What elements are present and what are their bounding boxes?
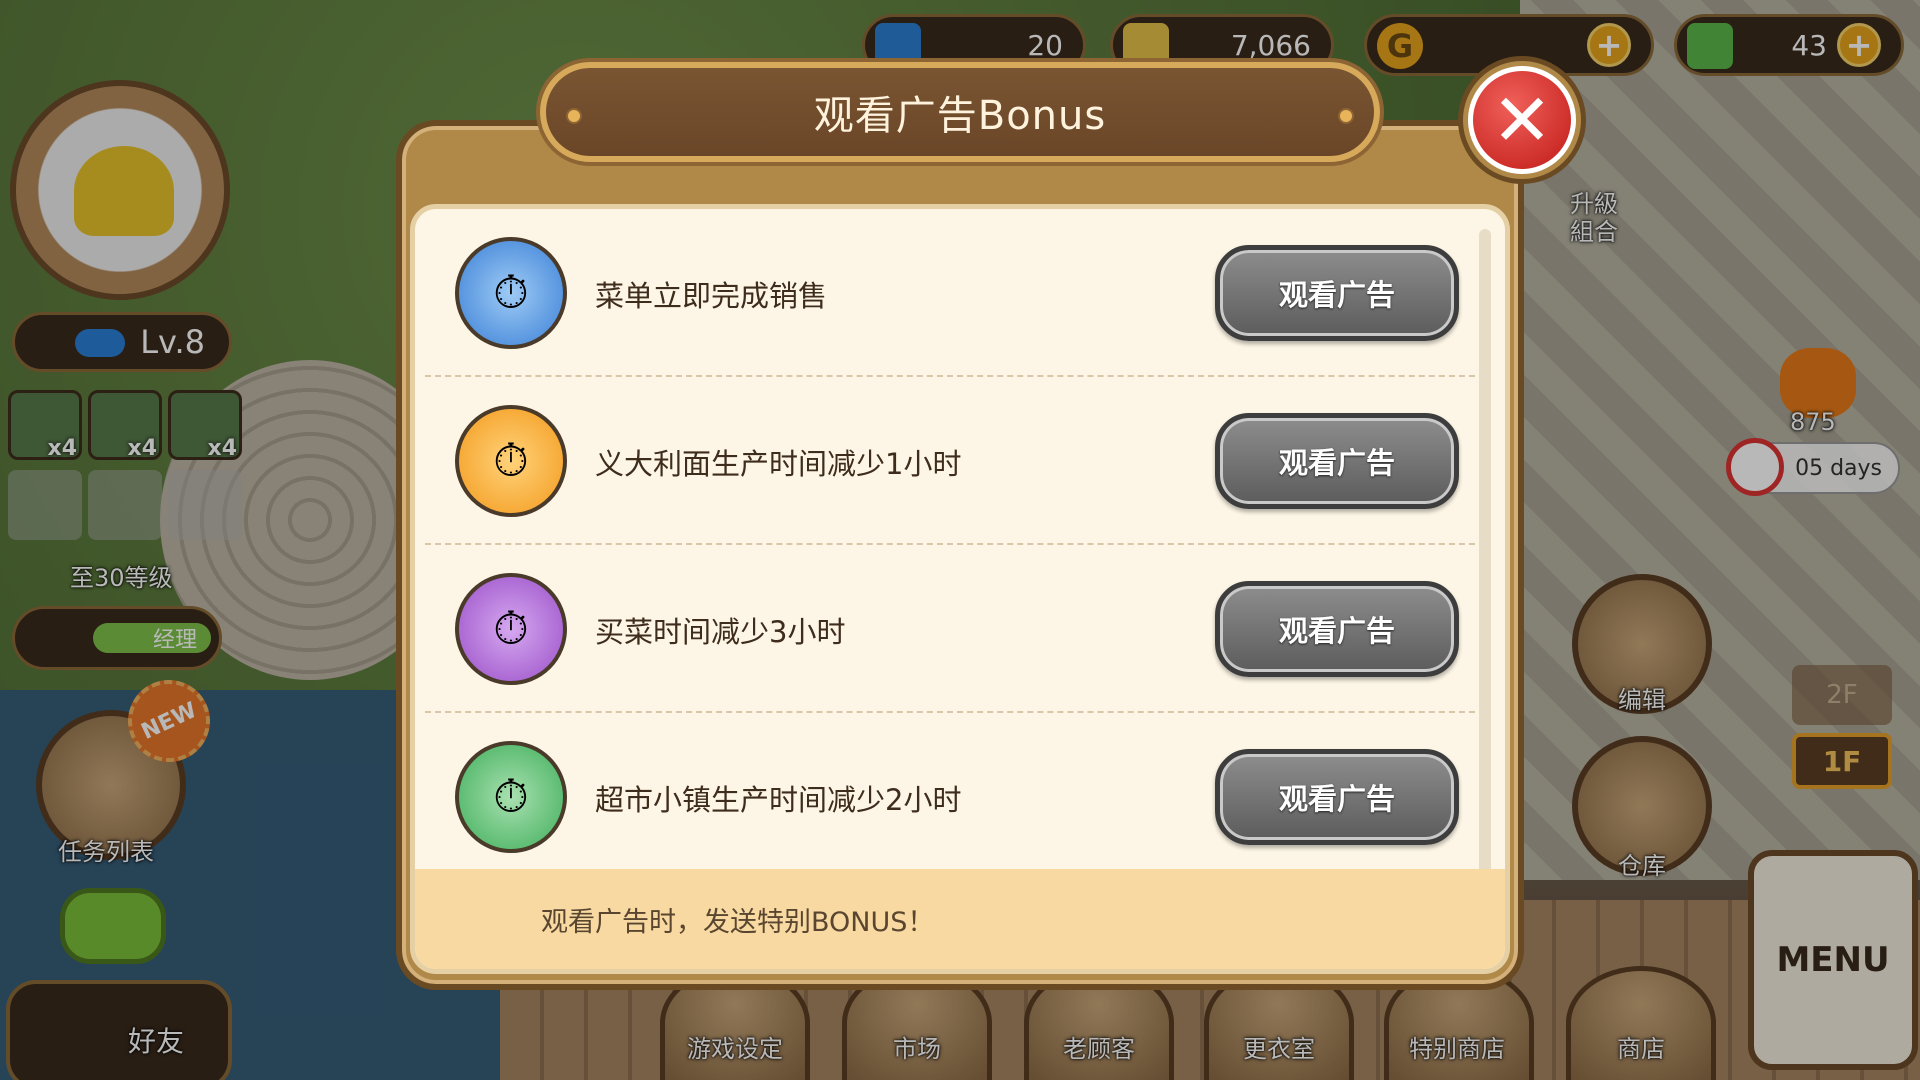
title-ornament-right [1338,108,1354,124]
watch-ad-button-2[interactable]: 观看广告 [1215,413,1459,509]
timer-cloche-icon: ⏱ [455,237,567,349]
dialog-title-bar: 观看广告Bonus [540,62,1380,162]
list-item: ⏱ 义大利面生产时间减少1小时 观看广告 [415,377,1485,545]
bonus-label: 买菜时间减少3小时 [595,615,846,649]
footer-text: 观看广告时，发送特别BONUS！ [541,906,935,938]
dialog-footer: 观看广告时，发送特别BONUS！ [415,869,1505,969]
meat-timer-icon: ⏱ [455,741,567,853]
bonus-label: 义大利面生产时间减少1小时 [595,447,962,481]
bonus-label: 超市小镇生产时间减少2小时 [595,783,962,817]
title-ornament-left [566,108,582,124]
watch-ad-button-3[interactable]: 观看广告 [1215,581,1459,677]
bonus-list-panel: ⏱ 菜单立即完成销售 观看广告 ⏱ 义大利面生产时间减少1小时 观看广告 ⏱ 买… [410,204,1510,974]
dialog-title: 观看广告Bonus [813,93,1107,139]
close-button[interactable]: ✕ [1458,56,1586,184]
list-item: ⏱ 买菜时间减少3小时 观看广告 [415,545,1485,713]
watch-ad-button-4[interactable]: 观看广告 [1215,749,1459,845]
list-item: ⏱ 菜单立即完成销售 观看广告 [415,209,1485,377]
bonus-label: 菜单立即完成销售 [595,279,828,313]
list-item: ⏱ 超市小镇生产时间减少2小时 观看广告 [415,713,1485,881]
close-icon: ✕ [1468,66,1576,174]
pasta-timer-icon: ⏱ [455,405,567,517]
grocery-bag-timer-icon: ⏱ [455,573,567,685]
watch-ad-button-1[interactable]: 观看广告 [1215,245,1459,341]
